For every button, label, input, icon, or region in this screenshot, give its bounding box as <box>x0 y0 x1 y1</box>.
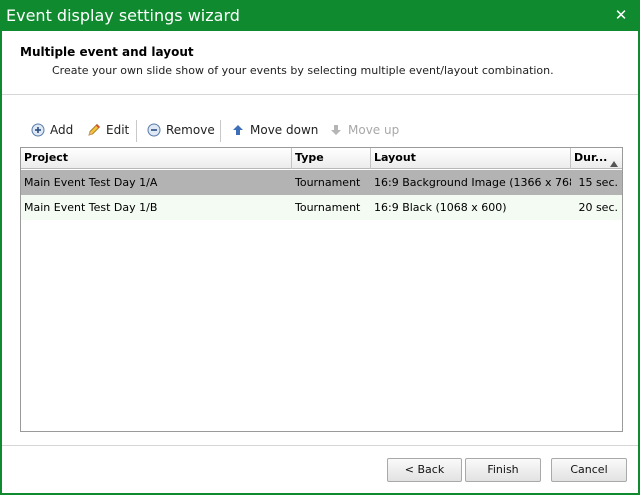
close-icon: ✕ <box>614 6 628 24</box>
edit-button[interactable]: Edit <box>86 118 129 142</box>
cell-layout: 16:9 Background Image (1366 x 768) <box>374 176 571 189</box>
move-up-label: Move up <box>348 123 400 137</box>
move-down-button[interactable]: Move down <box>230 118 318 142</box>
move-up-button[interactable]: Move up <box>328 118 399 142</box>
cancel-button[interactable]: Cancel <box>551 458 627 482</box>
remove-label: Remove <box>166 123 215 137</box>
remove-button[interactable]: Remove <box>146 118 215 142</box>
cell-project: Main Event Test Day 1/B <box>24 201 158 214</box>
column-header-duration[interactable]: Dur... <box>571 148 622 169</box>
toolbar: Add Edit Remove Move down Move up <box>24 118 614 142</box>
cell-duration: 20 sec. <box>578 201 618 214</box>
finish-button[interactable]: Finish <box>465 458 541 482</box>
footer-divider <box>2 445 638 446</box>
cell-type: Tournament <box>295 176 361 189</box>
sort-ascending-icon <box>610 154 618 169</box>
column-header-layout[interactable]: Layout <box>371 148 571 169</box>
arrow-up-icon <box>230 122 246 138</box>
plus-circle-icon <box>30 122 46 138</box>
toolbar-separator <box>220 120 221 142</box>
edit-label: Edit <box>106 123 130 137</box>
window-title: Event display settings wizard <box>6 6 240 25</box>
column-header-type[interactable]: Type <box>292 148 371 169</box>
cell-duration: 15 sec. <box>578 176 618 189</box>
wizard-header: Multiple event and layout Create your ow… <box>2 31 638 95</box>
back-button[interactable]: < Back <box>387 458 462 482</box>
cell-project: Main Event Test Day 1/A <box>24 176 158 189</box>
column-header-duration-label: Dur... <box>574 151 608 164</box>
column-header-project[interactable]: Project <box>21 148 292 169</box>
table-row[interactable]: Main Event Test Day 1/B Tournament 16:9 … <box>21 195 622 220</box>
cell-type: Tournament <box>295 201 361 214</box>
cell-layout: 16:9 Black (1068 x 600) <box>374 201 507 214</box>
event-layout-grid[interactable]: Project Type Layout Dur... Main Event Te… <box>20 147 623 432</box>
grid-header: Project Type Layout Dur... <box>21 148 622 169</box>
page-title: Multiple event and layout <box>20 45 194 59</box>
close-button[interactable]: ✕ <box>612 6 630 24</box>
add-label: Add <box>50 123 74 137</box>
pencil-icon <box>86 122 102 138</box>
wizard-window: Event display settings wizard ✕ Multiple… <box>0 0 640 495</box>
arrow-down-icon <box>328 122 344 138</box>
title-bar[interactable]: Event display settings wizard ✕ <box>2 2 638 31</box>
move-down-label: Move down <box>250 123 319 137</box>
table-row[interactable]: Main Event Test Day 1/A Tournament 16:9 … <box>21 170 622 195</box>
page-description: Create your own slide show of your event… <box>52 64 554 77</box>
minus-circle-icon <box>146 122 162 138</box>
toolbar-separator <box>136 120 137 142</box>
add-button[interactable]: Add <box>30 118 73 142</box>
